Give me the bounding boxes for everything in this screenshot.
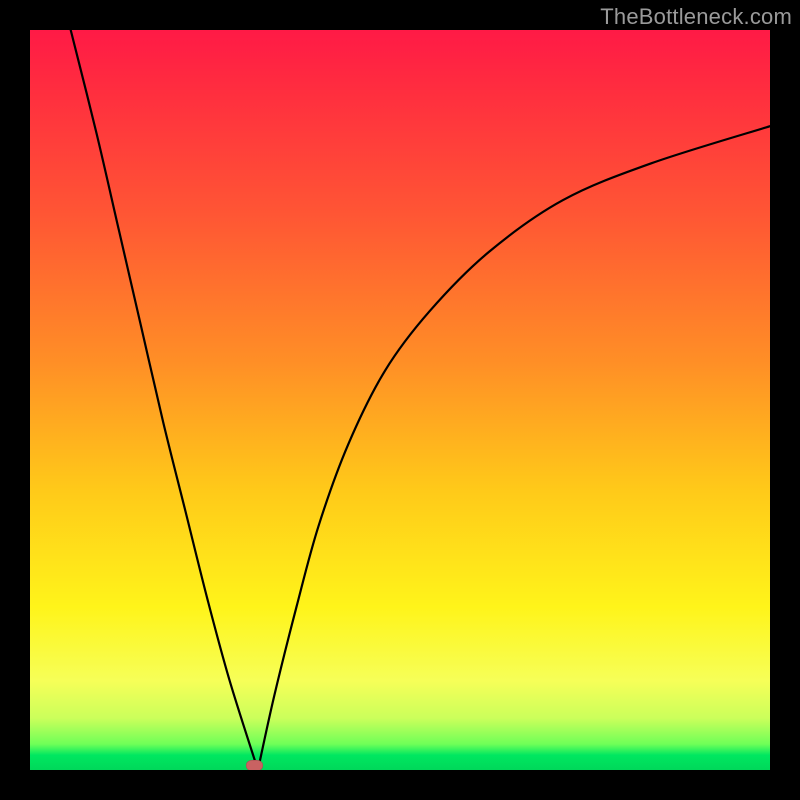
watermark-text: TheBottleneck.com xyxy=(600,4,792,30)
plot-area xyxy=(30,30,770,770)
bottleneck-curve xyxy=(30,30,770,770)
chart-stage: TheBottleneck.com xyxy=(0,0,800,800)
optimal-marker xyxy=(246,760,263,770)
curve-right-branch xyxy=(258,126,770,770)
curve-left-branch xyxy=(71,30,258,770)
